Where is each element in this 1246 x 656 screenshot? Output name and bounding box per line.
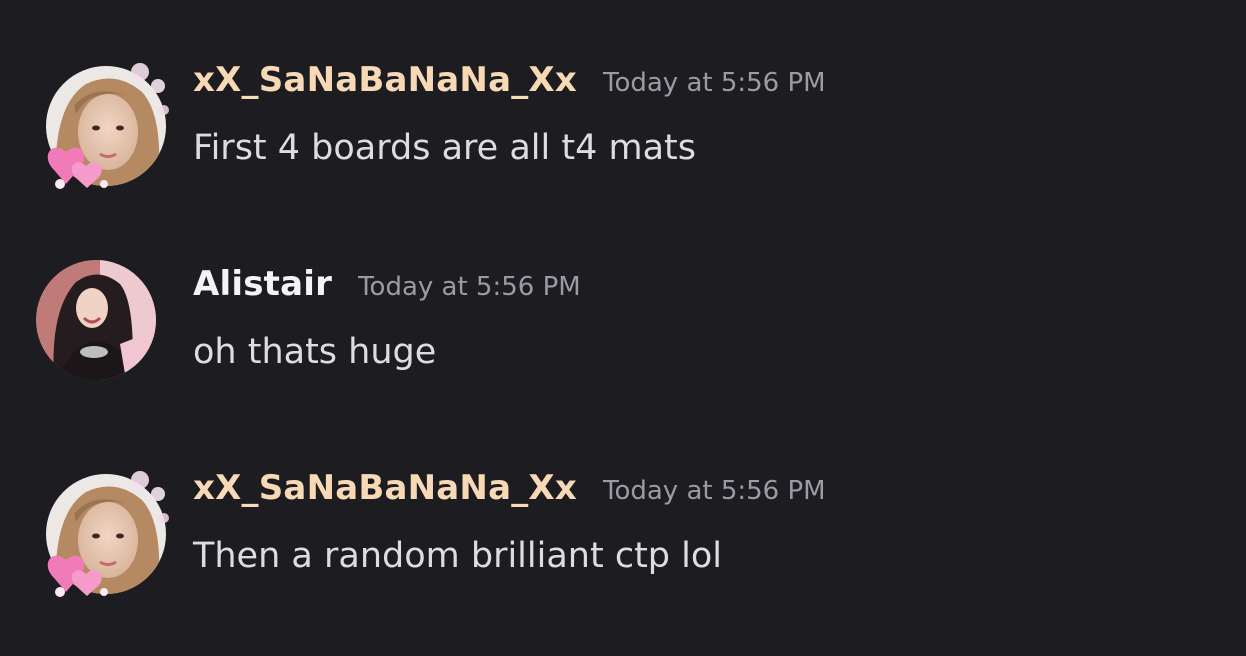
user-avatar-sana[interactable] — [36, 464, 169, 597]
timestamp: Today at 5:56 PM — [602, 68, 826, 98]
username[interactable]: xX_SaNaBaNaNa_Xx — [193, 468, 577, 508]
message-header: Alistair Today at 5:56 PM — [193, 264, 581, 314]
user-avatar-alistair[interactable] — [36, 260, 156, 380]
message-content: First 4 boards are all t4 mats — [193, 128, 696, 168]
username[interactable]: Alistair — [193, 264, 332, 304]
chat-message: Alistair Today at 5:56 PM oh thats huge — [0, 244, 1246, 394]
chat-message: xX_SaNaBaNaNa_Xx Today at 5:56 PM First … — [0, 40, 1246, 190]
message-content: Then a random brilliant ctp lol — [193, 536, 722, 576]
avatar-image — [46, 471, 169, 597]
chat-message: xX_SaNaBaNaNa_Xx Today at 5:56 PM Then a… — [0, 448, 1246, 598]
timestamp: Today at 5:56 PM — [358, 272, 581, 302]
username[interactable]: xX_SaNaBaNaNa_Xx — [193, 60, 577, 100]
timestamp: Today at 5:56 PM — [602, 476, 826, 506]
user-avatar-sana[interactable] — [36, 56, 169, 189]
message-header: xX_SaNaBaNaNa_Xx Today at 5:56 PM — [193, 60, 826, 110]
avatar-image — [36, 260, 156, 380]
message-header: xX_SaNaBaNaNa_Xx Today at 5:56 PM — [193, 468, 826, 518]
avatar-image — [46, 63, 169, 189]
message-content: oh thats huge — [193, 332, 437, 372]
